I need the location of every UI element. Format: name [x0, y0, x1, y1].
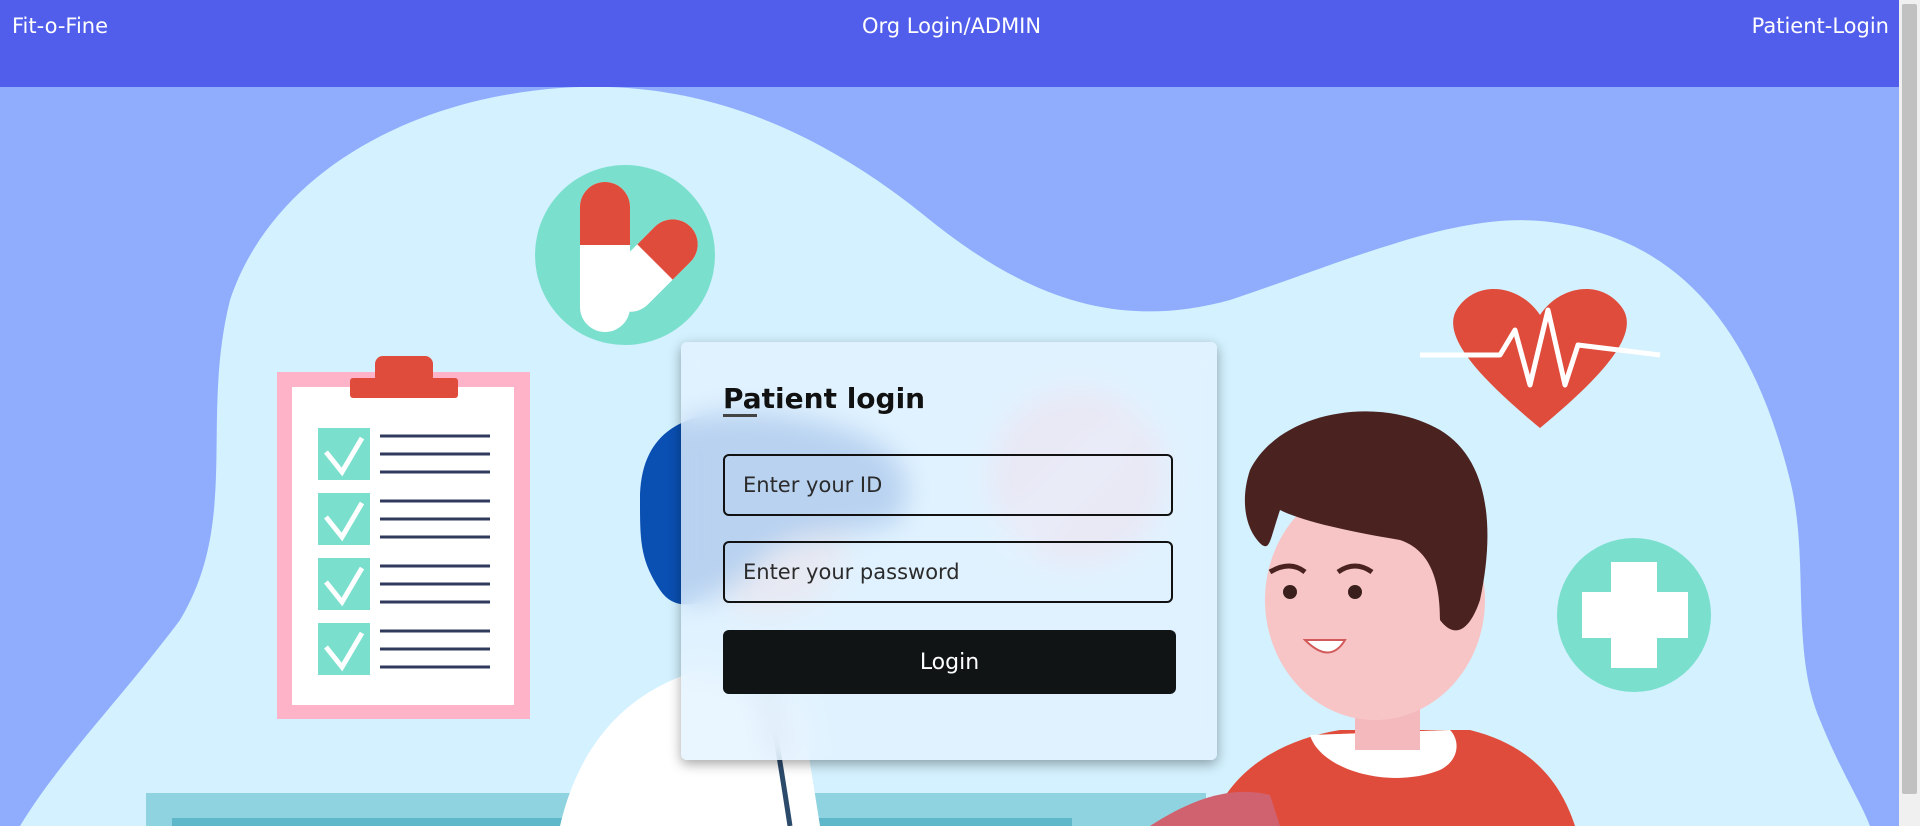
scrollbar-thumb[interactable] [1902, 4, 1917, 794]
patient-login-card: Patient login Login [681, 342, 1217, 760]
title-underline [723, 414, 757, 417]
password-input[interactable] [723, 541, 1173, 603]
clipboard-icon [277, 356, 530, 719]
id-input[interactable] [723, 454, 1173, 516]
login-button[interactable]: Login [723, 630, 1176, 694]
medical-cross-icon [1557, 538, 1711, 692]
org-login-link[interactable]: Org Login/ADMIN [862, 14, 1041, 38]
login-title: Patient login [723, 382, 926, 415]
vertical-scrollbar[interactable] [1899, 0, 1920, 826]
brand-link[interactable]: Fit-o-Fine [12, 14, 108, 38]
pills-icon [535, 165, 715, 345]
top-navbar: Fit-o-Fine Org Login/ADMIN Patient-Login [0, 0, 1899, 87]
patient-login-link[interactable]: Patient-Login [1752, 14, 1889, 38]
